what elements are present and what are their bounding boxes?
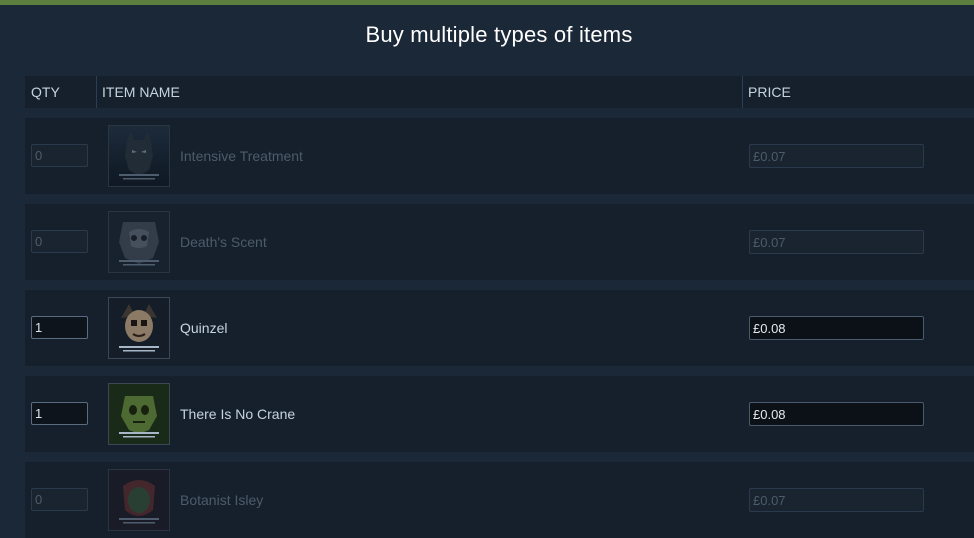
item-name-link[interactable]: There Is No Crane [180, 406, 295, 422]
scarecrow-icon [108, 211, 170, 273]
header-divider [742, 76, 743, 108]
table-row: There Is No Crane [25, 376, 974, 452]
price-input[interactable] [749, 230, 924, 254]
batman-icon [108, 125, 170, 187]
item-name-link[interactable]: Quinzel [180, 320, 227, 336]
page-title: Buy multiple types of items [365, 22, 633, 47]
quantity-input[interactable] [31, 144, 88, 167]
quantity-input[interactable] [31, 230, 88, 253]
header-qty: QTY [31, 84, 60, 100]
table-row: Botanist Isley [25, 462, 974, 538]
ivy-icon [108, 469, 170, 531]
price-input[interactable] [749, 144, 924, 168]
price-input[interactable] [749, 402, 924, 426]
table-header: QTY ITEM NAME PRICE [25, 76, 974, 108]
quantity-input[interactable] [31, 402, 88, 425]
top-accent-bar [0, 0, 974, 5]
header-item-name: ITEM NAME [102, 84, 180, 100]
price-input[interactable] [749, 316, 924, 340]
harley-icon [108, 297, 170, 359]
item-name-link[interactable]: Botanist Isley [180, 492, 263, 508]
header-price: PRICE [748, 84, 791, 100]
table-row: Intensive Treatment [25, 118, 974, 194]
header-divider [96, 76, 97, 108]
item-name-link[interactable]: Intensive Treatment [180, 148, 303, 164]
item-name-link[interactable]: Death's Scent [180, 234, 267, 250]
table-row: Death's Scent [25, 204, 974, 280]
table-row: Quinzel [25, 290, 974, 366]
price-input[interactable] [749, 488, 924, 512]
scarecrow-mask-icon [108, 383, 170, 445]
quantity-input[interactable] [31, 488, 88, 511]
quantity-input[interactable] [31, 316, 88, 339]
items-table: QTY ITEM NAME PRICE Intensive Treatment [25, 76, 974, 538]
